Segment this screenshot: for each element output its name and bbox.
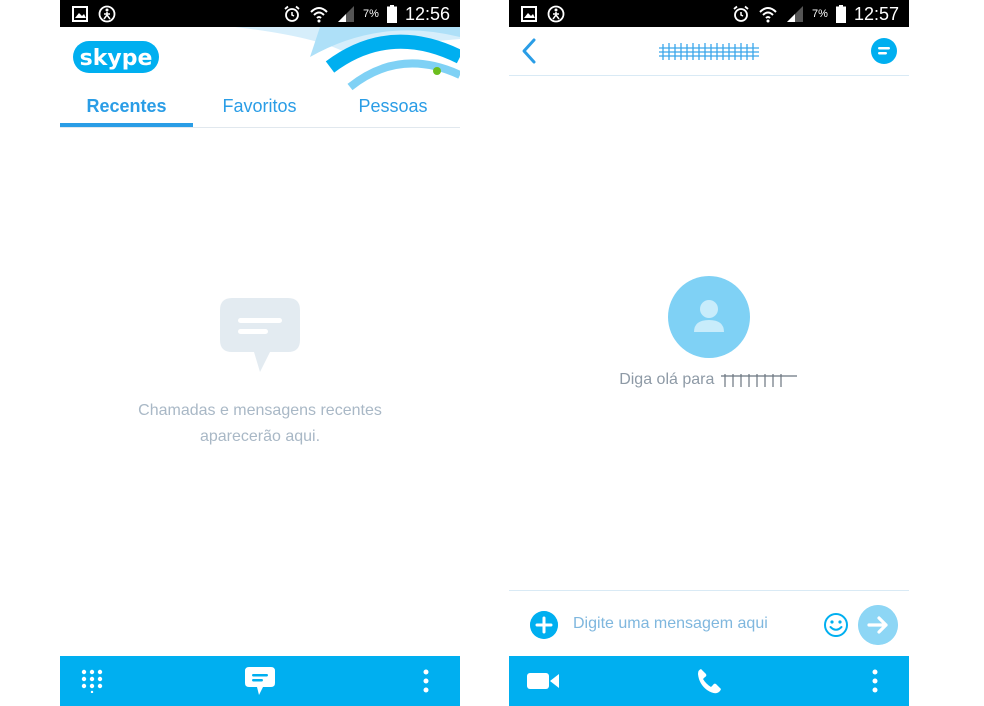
- phone-icon: [698, 669, 721, 694]
- wifi-icon: [758, 5, 778, 23]
- dialpad-button[interactable]: [74, 656, 110, 706]
- chat-header: [509, 27, 909, 76]
- tab-pessoas[interactable]: Pessoas: [326, 93, 460, 127]
- battery-icon: [386, 5, 397, 23]
- dialpad-icon: [81, 669, 103, 693]
- contact-name[interactable]: [657, 40, 761, 64]
- contact-avatar[interactable]: [668, 276, 750, 358]
- chat-icon: [245, 667, 275, 695]
- more-options-button[interactable]: [865, 656, 885, 706]
- empty-state-line-2: aparecerão aqui.: [199, 428, 321, 445]
- signal-icon: [337, 5, 355, 23]
- redacted-name-scribble: [659, 43, 759, 60]
- more-options-button[interactable]: [416, 656, 436, 706]
- status-bar: 7% 12:56: [60, 0, 460, 27]
- skype-logo: skype: [73, 41, 159, 73]
- chat-menu-icon[interactable]: [870, 37, 898, 65]
- add-icon[interactable]: [530, 611, 558, 639]
- status-time: 12:57: [853, 3, 899, 24]
- person-running-icon: [547, 5, 565, 23]
- message-input-bar: [509, 590, 909, 657]
- back-arrow-icon[interactable]: [517, 37, 543, 65]
- image-icon: [521, 6, 537, 22]
- send-arrow-icon[interactable]: [858, 605, 898, 645]
- status-time: 12:56: [404, 3, 450, 24]
- battery-percentage: 7%: [812, 8, 828, 20]
- skype-header: skype Recentes Favoritos Pessoas: [60, 27, 460, 128]
- empty-state-message: Chamadas e mensagens recentes aparecerão…: [60, 398, 460, 450]
- empty-state-line-1: Chamadas e mensagens recentes: [138, 402, 382, 419]
- chat-button[interactable]: [240, 656, 280, 706]
- alarm-icon: [732, 5, 750, 23]
- signal-icon: [786, 5, 804, 23]
- person-running-icon: [98, 5, 116, 23]
- video-call-icon: [527, 673, 559, 689]
- tab-bar: Recentes Favoritos Pessoas: [60, 93, 460, 128]
- online-status-dot: [433, 67, 441, 75]
- alarm-icon: [283, 5, 301, 23]
- emoji-icon[interactable]: [823, 612, 849, 638]
- message-input[interactable]: [573, 609, 813, 639]
- user-icon: [694, 300, 724, 332]
- more-vertical-icon: [423, 669, 429, 693]
- bottom-bar: [60, 656, 460, 706]
- video-call-button[interactable]: [525, 656, 561, 706]
- skype-recents-screen: 7% 12:56 skype Recentes Favoritos Pessoa…: [60, 0, 460, 706]
- greeting-text: Diga olá para: [619, 371, 715, 388]
- bottom-bar: [509, 656, 909, 706]
- voice-call-button[interactable]: [691, 656, 727, 706]
- svg-text:skype: skype: [80, 46, 153, 71]
- chat-bubble-icon: [220, 298, 300, 372]
- skype-chat-screen: 7% 12:57 Diga olá para Digite uma mensag…: [509, 0, 909, 706]
- greeting-message: Diga olá para: [509, 371, 909, 389]
- battery-percentage: 7%: [363, 8, 379, 20]
- redacted-name-scribble: [720, 373, 797, 387]
- more-vertical-icon: [872, 669, 878, 693]
- battery-icon: [835, 5, 846, 23]
- wifi-icon: [309, 5, 329, 23]
- status-bar: 7% 12:57: [509, 0, 909, 27]
- image-icon: [72, 6, 88, 22]
- active-tab-indicator: [60, 123, 193, 127]
- tab-favoritos[interactable]: Favoritos: [193, 93, 326, 127]
- tab-recentes[interactable]: Recentes: [60, 93, 193, 127]
